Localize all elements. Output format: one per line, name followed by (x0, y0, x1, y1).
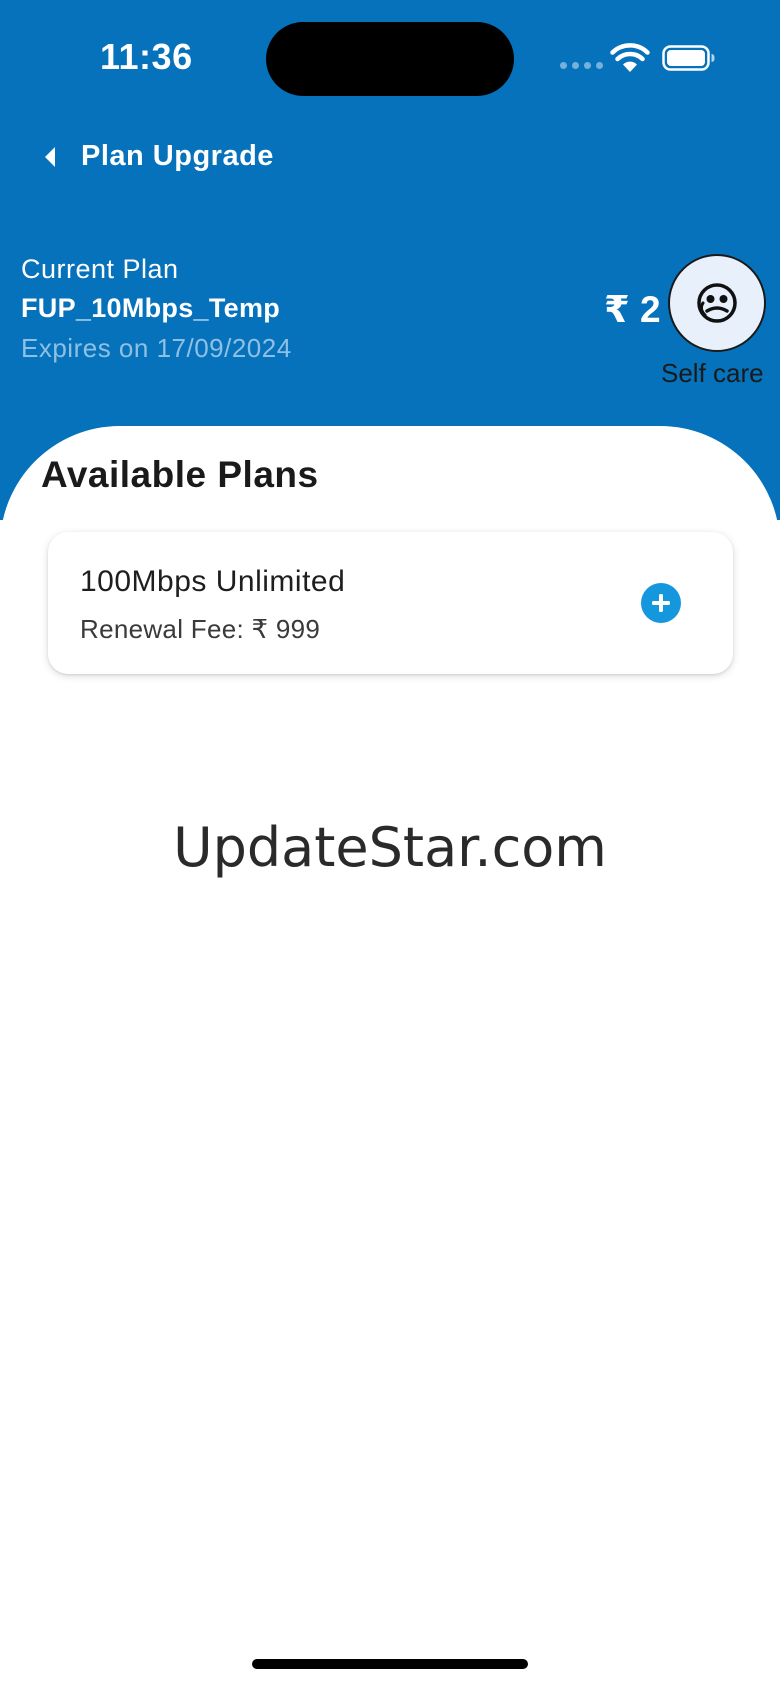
status-time: 11:36 (100, 36, 193, 77)
cellular-signal-icon (560, 62, 603, 69)
chevron-left-icon (45, 147, 55, 167)
support-face-icon (697, 283, 737, 323)
self-care-button[interactable] (668, 254, 766, 352)
battery-icon (662, 45, 715, 71)
wifi-icon (610, 43, 650, 72)
plan-card[interactable]: 100Mbps Unlimited Renewal Fee: ₹ 999 (48, 532, 733, 674)
current-plan-label: Current Plan (21, 254, 179, 284)
current-plan-price: ₹ 2 (604, 289, 661, 330)
plus-circle-icon (652, 594, 670, 612)
current-plan-name: FUP_10Mbps_Temp (21, 293, 281, 323)
self-care-label: Self care (661, 358, 764, 388)
plan-renewal-fee: Renewal Fee: ₹ 999 (80, 614, 321, 644)
available-plans-title: Available Plans (41, 454, 319, 495)
plan-upgrade-screen: 11:36 Plan Upgrade Current Plan FUP_10Mb… (0, 0, 780, 1690)
plan-name: 100Mbps Unlimited (80, 565, 346, 598)
back-button[interactable] (38, 142, 62, 172)
dynamic-island (266, 22, 514, 96)
page-title: Plan Upgrade (81, 140, 274, 172)
home-indicator (252, 1659, 528, 1669)
watermark-text: UpdateStar.com (173, 816, 607, 879)
current-plan-expiry: Expires on 17/09/2024 (21, 333, 292, 363)
add-plan-button[interactable] (641, 583, 681, 623)
